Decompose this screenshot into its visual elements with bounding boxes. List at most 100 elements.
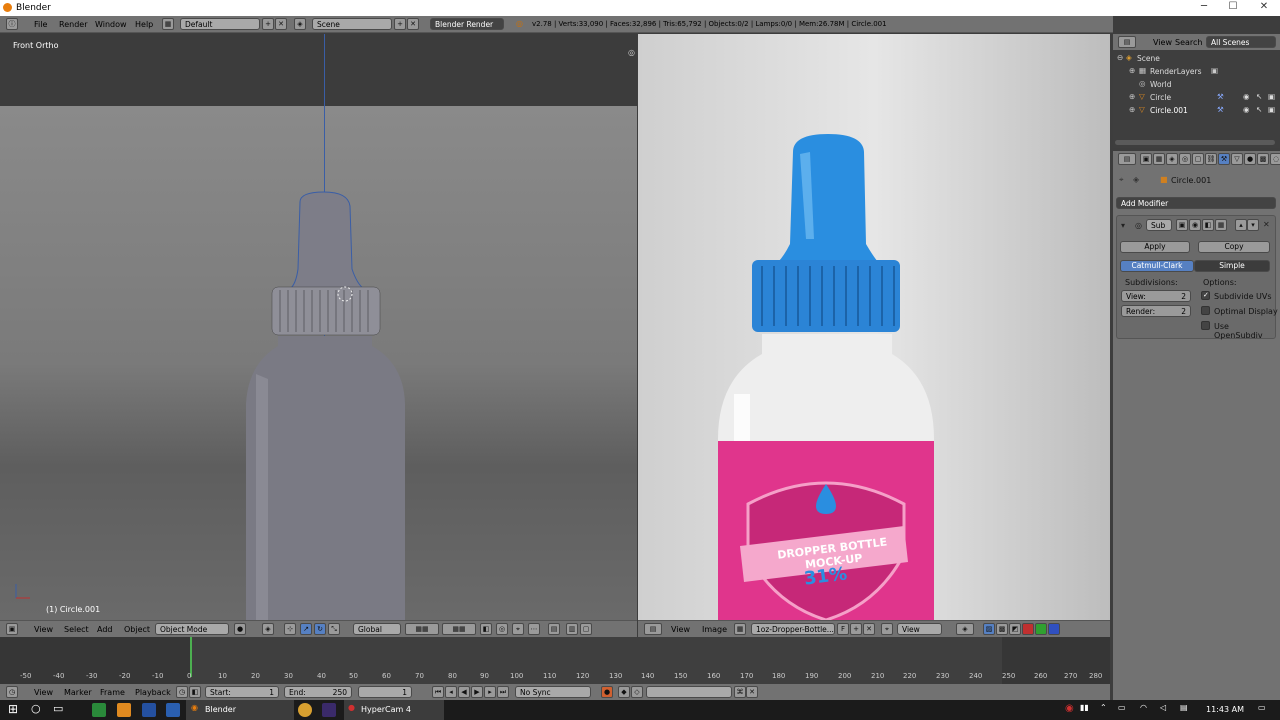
outliner-item-circle-001[interactable]: ⊕ ▽ Circle.001 ⚒ ◉ ↖ ▣ xyxy=(1113,105,1280,118)
notifications-icon[interactable]: ▭ xyxy=(1258,703,1266,712)
maximize-button[interactable]: ☐ xyxy=(1219,1,1247,15)
move-up-icon[interactable]: ▴ xyxy=(1235,219,1247,231)
translate-icon[interactable]: ↗ xyxy=(300,623,312,635)
volume-icon[interactable]: ◁ xyxy=(1160,703,1166,712)
render-tab-icon[interactable]: ▣ xyxy=(1140,153,1152,165)
modifiers-tab-icon[interactable]: ⚒ xyxy=(1218,153,1230,165)
image-name-field[interactable]: 1oz-Dropper-Bottle... xyxy=(751,623,835,635)
scene-add-icon[interactable]: + xyxy=(394,18,406,30)
clock[interactable]: 11:43 AM xyxy=(1206,705,1244,714)
outliner-editor-type-icon[interactable]: ▤ xyxy=(1118,36,1136,48)
tray-expand-icon[interactable]: ⌃ xyxy=(1100,703,1107,712)
outliner-display-select[interactable]: All Scenes xyxy=(1206,36,1276,48)
image-new-icon[interactable]: + xyxy=(850,623,862,635)
layers-grid-b-icon[interactable]: ▦▦ xyxy=(442,623,476,635)
image-fake-user-icon[interactable]: F xyxy=(837,623,849,635)
pivot-icon[interactable]: ◈ xyxy=(262,623,274,635)
insert-key-icon[interactable]: ⌘ xyxy=(734,686,746,698)
constraints-tab-icon[interactable]: ⛓ xyxy=(1205,153,1217,165)
minimize-button[interactable]: ─ xyxy=(1190,1,1218,15)
render-display-icon[interactable]: ◧ xyxy=(1202,219,1214,231)
render-levels-field[interactable]: Render: 2 xyxy=(1121,305,1191,317)
shading-icon[interactable]: ● xyxy=(234,623,246,635)
image-editor[interactable]: DROPPER BOTTLE MOCK-UP 31% xyxy=(638,34,1110,620)
modifier-name-field[interactable]: Sub xyxy=(1146,219,1172,231)
outliner-menu-search[interactable]: Search xyxy=(1175,38,1202,47)
next-key-icon[interactable]: ▸ xyxy=(484,686,496,698)
image-browse-icon[interactable]: ▦ xyxy=(734,623,746,635)
world-tab-icon[interactable]: ◎ xyxy=(1179,153,1191,165)
panel-toggle-icon[interactable]: ◎ xyxy=(628,48,635,57)
render-camera-icon[interactable]: ▣ xyxy=(1268,105,1275,114)
display-z-icon[interactable]: ◩ xyxy=(1009,623,1021,635)
select-arrow-icon[interactable]: ↖ xyxy=(1256,92,1262,101)
keyframe-type-icon[interactable]: ◇ xyxy=(631,686,643,698)
collapse-icon[interactable]: ⊖ xyxy=(1117,53,1123,62)
collapse-arrow-icon[interactable]: ▾ xyxy=(1121,221,1125,230)
add-modifier-select[interactable]: Add Modifier xyxy=(1116,197,1276,209)
apply-button[interactable]: Apply xyxy=(1120,241,1190,253)
pivot-point-icon[interactable]: ◈ xyxy=(956,623,974,635)
physics-tab-icon[interactable]: ◌ xyxy=(1270,153,1280,165)
display-alpha-icon[interactable]: ▩ xyxy=(996,623,1008,635)
menu-help[interactable]: Help xyxy=(135,20,153,29)
pin-icon[interactable]: ⌖ xyxy=(1119,175,1124,185)
current-frame-field[interactable]: 1 xyxy=(358,686,412,698)
play-reverse-icon[interactable]: ◀ xyxy=(458,686,470,698)
3d-menu-add[interactable]: Add xyxy=(97,625,113,634)
photoshop-icon[interactable] xyxy=(142,703,156,717)
scene-remove-icon[interactable]: ✕ xyxy=(407,18,419,30)
object-mode-select[interactable]: Object Mode xyxy=(155,623,229,635)
optimal-display-checkbox[interactable] xyxy=(1201,306,1210,315)
pin-icon[interactable]: ⌖ xyxy=(881,623,893,635)
jump-start-icon[interactable]: ⏮ xyxy=(432,686,444,698)
after-effects-icon[interactable] xyxy=(322,703,336,717)
opengl-render-icon[interactable]: ▤ xyxy=(548,623,560,635)
image-menu-view[interactable]: View xyxy=(671,625,690,634)
stop-recording-icon[interactable]: ▮▮ xyxy=(1080,703,1089,712)
close-button[interactable]: ✕ xyxy=(1250,1,1278,15)
scale-icon[interactable]: ⤡ xyxy=(328,623,340,635)
outliner-scrollbar[interactable] xyxy=(1115,140,1275,145)
display-rgb-icon[interactable]: ▨ xyxy=(983,623,995,635)
play-icon[interactable]: ▶ xyxy=(471,686,483,698)
tl-menu-frame[interactable]: Frame xyxy=(100,688,125,697)
preview-range-icon[interactable]: ◷ xyxy=(176,686,188,698)
snap-target-icon[interactable]: ⋯ xyxy=(528,623,540,635)
channel-green-icon[interactable] xyxy=(1035,623,1047,635)
editor-type-icon[interactable]: ⓘ xyxy=(6,18,18,30)
taskbar-blender-item[interactable]: ◉ Blender xyxy=(186,700,294,720)
subdivide-uvs-checkbox[interactable]: ✓ xyxy=(1201,291,1210,300)
tl-menu-marker[interactable]: Marker xyxy=(64,688,92,697)
cage-display-icon[interactable]: ▦ xyxy=(1215,219,1227,231)
render-engine-select[interactable]: Blender Render xyxy=(430,18,504,30)
use-opensubdiv-checkbox[interactable] xyxy=(1201,321,1210,330)
layout-add-icon[interactable]: + xyxy=(262,18,274,30)
scene-field[interactable]: Scene xyxy=(312,18,392,30)
app-green-icon[interactable] xyxy=(92,703,106,717)
layers-grid-a-icon[interactable]: ▦▦ xyxy=(405,623,439,635)
expand-icon[interactable]: ⊕ xyxy=(1129,105,1135,114)
renderlayer-toggle-icon[interactable]: ▣ xyxy=(1211,66,1218,75)
properties-editor-type-icon[interactable]: ▤ xyxy=(1118,153,1136,165)
illustrator-icon[interactable] xyxy=(117,703,131,717)
lock-range-icon[interactable]: ◧ xyxy=(189,686,201,698)
tl-menu-playback[interactable]: Playback xyxy=(135,688,171,697)
render-camera-icon[interactable]: ▣ xyxy=(1268,92,1275,101)
3d-menu-object[interactable]: Object xyxy=(124,625,150,634)
3d-editor-type-icon[interactable]: ▣ xyxy=(6,623,18,635)
layout-icon[interactable]: ▦ xyxy=(162,18,174,30)
delete-key-icon[interactable]: ✕ xyxy=(746,686,758,698)
end-frame-field[interactable]: End: 250 xyxy=(284,686,352,698)
image-unlink-icon[interactable]: ✕ xyxy=(863,623,875,635)
layout-remove-icon[interactable]: ✕ xyxy=(275,18,287,30)
bottle-model[interactable] xyxy=(0,34,637,620)
chrome-icon[interactable] xyxy=(298,703,312,717)
start-frame-field[interactable]: Start: 1 xyxy=(205,686,279,698)
scene-tab-icon[interactable]: ◈ xyxy=(1166,153,1178,165)
expand-icon[interactable]: ⊕ xyxy=(1129,92,1135,101)
object-tab-icon[interactable]: ▢ xyxy=(1192,153,1204,165)
network-icon[interactable]: ▭ xyxy=(1118,703,1126,712)
rotate-icon[interactable]: ↻ xyxy=(314,623,326,635)
search-icon[interactable]: ○ xyxy=(31,702,41,715)
